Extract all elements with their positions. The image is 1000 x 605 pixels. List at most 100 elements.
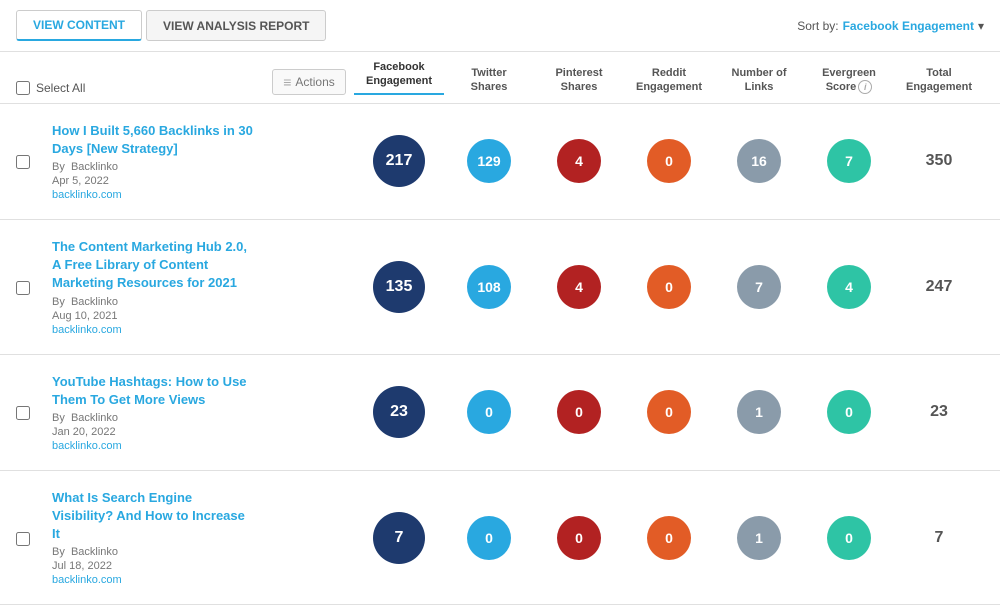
evergreen-metric: 0 bbox=[804, 390, 894, 434]
links-circle: 7 bbox=[737, 265, 781, 309]
reddit-circle: 0 bbox=[647, 265, 691, 309]
table-row: The Content Marketing Hub 2.0, A Free Li… bbox=[0, 220, 1000, 355]
pinterest-metric: 4 bbox=[534, 139, 624, 183]
twitter-circle: 108 bbox=[467, 265, 511, 309]
actions-label: Actions bbox=[295, 75, 334, 89]
links-metric: 16 bbox=[714, 139, 804, 183]
twitter-circle: 0 bbox=[467, 516, 511, 560]
row-title-cell: What Is Search Engine Visibility? And Ho… bbox=[52, 489, 264, 587]
row-title-cell: YouTube Hashtags: How to Use Them To Get… bbox=[52, 373, 264, 452]
col-header-facebook[interactable]: Facebook Engagement bbox=[354, 60, 444, 95]
pinterest-circle: 0 bbox=[557, 390, 601, 434]
links-metric: 1 bbox=[714, 390, 804, 434]
evergreen-metric: 4 bbox=[804, 265, 894, 309]
article-title[interactable]: YouTube Hashtags: How to Use Them To Get… bbox=[52, 373, 256, 409]
total-metric: 350 bbox=[894, 152, 984, 170]
reddit-circle: 0 bbox=[647, 390, 691, 434]
col-header-pinterest[interactable]: Pinterest Shares bbox=[534, 66, 624, 95]
facebook-metric: 217 bbox=[354, 135, 444, 187]
reddit-metric: 0 bbox=[624, 139, 714, 183]
select-all-label[interactable]: Select All bbox=[16, 81, 85, 95]
links-metric: 1 bbox=[714, 516, 804, 560]
evergreen-metric: 7 bbox=[804, 139, 894, 183]
sort-value[interactable]: Facebook Engagement bbox=[843, 19, 974, 33]
pinterest-circle: 4 bbox=[557, 139, 601, 183]
actions-button[interactable]: ≡ Actions bbox=[272, 69, 346, 95]
evergreen-circle: 0 bbox=[827, 390, 871, 434]
facebook-circle: 217 bbox=[373, 135, 425, 187]
col-header-evergreen[interactable]: Evergreen Scorei bbox=[804, 66, 894, 95]
links-circle: 1 bbox=[737, 516, 781, 560]
article-date: Jul 18, 2022 bbox=[52, 560, 256, 572]
select-all-cell: Select All bbox=[16, 81, 52, 95]
row-checkbox-cell bbox=[16, 153, 52, 169]
row-checkbox-cell bbox=[16, 279, 52, 295]
reddit-circle: 0 bbox=[647, 139, 691, 183]
total-metric: 247 bbox=[894, 278, 984, 296]
table-body: How I Built 5,660 Backlinks in 30 Days [… bbox=[0, 104, 1000, 605]
twitter-metric: 108 bbox=[444, 265, 534, 309]
row-checkbox[interactable] bbox=[16, 155, 30, 169]
total-metric: 7 bbox=[894, 529, 984, 547]
article-domain[interactable]: backlinko.com bbox=[52, 574, 256, 586]
reddit-circle: 0 bbox=[647, 516, 691, 560]
row-checkbox[interactable] bbox=[16, 281, 30, 295]
links-circle: 1 bbox=[737, 390, 781, 434]
reddit-metric: 0 bbox=[624, 516, 714, 560]
article-title[interactable]: How I Built 5,660 Backlinks in 30 Days [… bbox=[52, 122, 256, 158]
table-row: How I Built 5,660 Backlinks in 30 Days [… bbox=[0, 104, 1000, 220]
article-author: By Backlinko bbox=[52, 412, 256, 424]
table-header: Select All ≡ Actions Facebook Engagement… bbox=[0, 52, 1000, 104]
pinterest-circle: 4 bbox=[557, 265, 601, 309]
article-domain[interactable]: backlinko.com bbox=[52, 324, 256, 336]
col-header-twitter[interactable]: Twitter Shares bbox=[444, 66, 534, 95]
article-title[interactable]: What Is Search Engine Visibility? And Ho… bbox=[52, 489, 256, 544]
links-metric: 7 bbox=[714, 265, 804, 309]
total-metric: 23 bbox=[894, 403, 984, 421]
row-title-cell: How I Built 5,660 Backlinks in 30 Days [… bbox=[52, 122, 264, 201]
pinterest-metric: 0 bbox=[534, 390, 624, 434]
links-circle: 16 bbox=[737, 139, 781, 183]
article-date: Aug 10, 2021 bbox=[52, 310, 256, 322]
reddit-metric: 0 bbox=[624, 265, 714, 309]
twitter-circle: 129 bbox=[467, 139, 511, 183]
article-author: By Backlinko bbox=[52, 161, 256, 173]
list-icon: ≡ bbox=[283, 74, 291, 90]
col-header-links[interactable]: Number of Links bbox=[714, 66, 804, 95]
tab-view-content[interactable]: VIEW CONTENT bbox=[16, 10, 142, 41]
tab-view-analysis[interactable]: VIEW ANALYSIS REPORT bbox=[146, 10, 326, 41]
evergreen-metric: 0 bbox=[804, 516, 894, 560]
facebook-metric: 23 bbox=[354, 386, 444, 438]
col-header-total[interactable]: Total Engagement bbox=[894, 66, 984, 95]
twitter-circle: 0 bbox=[467, 390, 511, 434]
info-icon[interactable]: i bbox=[858, 80, 872, 94]
sort-bar: Sort by: Facebook Engagement ▾ bbox=[797, 19, 984, 33]
table-row: What Is Search Engine Visibility? And Ho… bbox=[0, 471, 1000, 605]
evergreen-circle: 0 bbox=[827, 516, 871, 560]
facebook-metric: 135 bbox=[354, 261, 444, 313]
article-title[interactable]: The Content Marketing Hub 2.0, A Free Li… bbox=[52, 238, 256, 293]
row-checkbox-cell bbox=[16, 404, 52, 420]
pinterest-circle: 0 bbox=[557, 516, 601, 560]
chevron-down-icon[interactable]: ▾ bbox=[978, 19, 984, 33]
table-row: YouTube Hashtags: How to Use Them To Get… bbox=[0, 355, 1000, 471]
tab-group: VIEW CONTENT VIEW ANALYSIS REPORT bbox=[16, 10, 326, 41]
article-date: Jan 20, 2022 bbox=[52, 426, 256, 438]
facebook-circle: 7 bbox=[373, 512, 425, 564]
row-checkbox[interactable] bbox=[16, 406, 30, 420]
article-author: By Backlinko bbox=[52, 546, 256, 558]
row-title-cell: The Content Marketing Hub 2.0, A Free Li… bbox=[52, 238, 264, 336]
pinterest-metric: 4 bbox=[534, 265, 624, 309]
article-domain[interactable]: backlinko.com bbox=[52, 440, 256, 452]
article-domain[interactable]: backlinko.com bbox=[52, 189, 256, 201]
col-header-reddit[interactable]: Reddit Engagement bbox=[624, 66, 714, 95]
facebook-circle: 23 bbox=[373, 386, 425, 438]
twitter-metric: 129 bbox=[444, 139, 534, 183]
select-all-checkbox[interactable] bbox=[16, 81, 30, 95]
reddit-metric: 0 bbox=[624, 390, 714, 434]
evergreen-circle: 7 bbox=[827, 139, 871, 183]
facebook-metric: 7 bbox=[354, 512, 444, 564]
select-all-text: Select All bbox=[36, 81, 85, 95]
evergreen-circle: 4 bbox=[827, 265, 871, 309]
top-bar: VIEW CONTENT VIEW ANALYSIS REPORT Sort b… bbox=[0, 0, 1000, 52]
